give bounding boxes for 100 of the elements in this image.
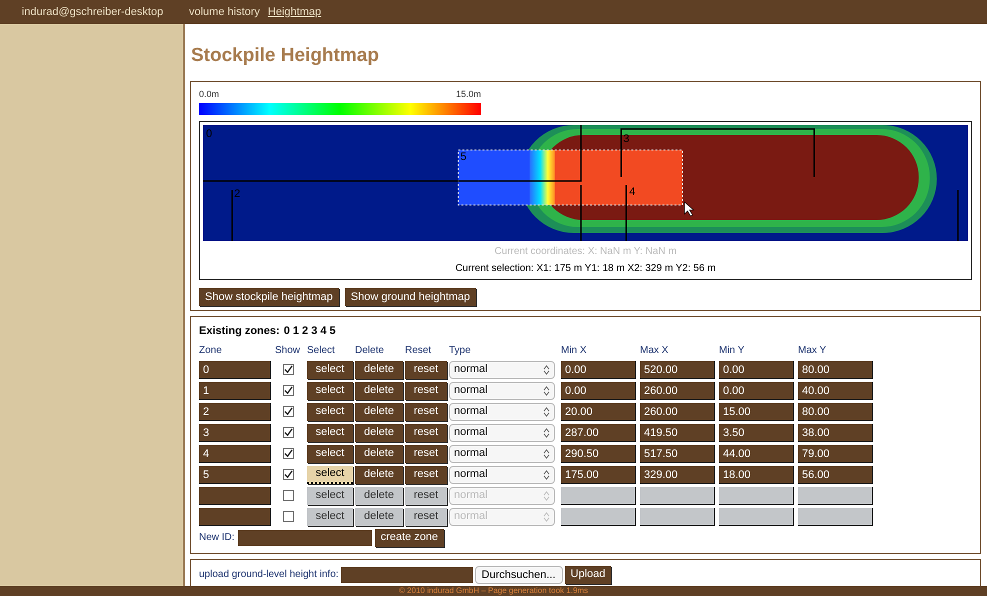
input-field[interactable] bbox=[561, 508, 636, 526]
reset-button[interactable]: reset bbox=[405, 360, 447, 378]
delete-button[interactable]: delete bbox=[355, 382, 403, 400]
delete-button[interactable]: delete bbox=[355, 402, 403, 420]
input-field[interactable]: 1 bbox=[199, 382, 271, 400]
delete-button[interactable]: delete bbox=[355, 486, 403, 504]
input-field[interactable]: 40.00 bbox=[798, 382, 873, 400]
input-field[interactable]: 0.00 bbox=[561, 360, 636, 378]
reset-button[interactable]: reset bbox=[405, 402, 447, 420]
existing-zones-label: Existing zones: bbox=[199, 324, 280, 339]
delete-button[interactable]: delete bbox=[355, 424, 403, 442]
type-select[interactable]: normal bbox=[449, 444, 555, 462]
nav-link[interactable]: Heightmap bbox=[268, 4, 322, 20]
show-checkbox[interactable] bbox=[283, 448, 294, 459]
input-field[interactable]: 3 bbox=[199, 424, 271, 442]
input-field[interactable] bbox=[719, 486, 794, 504]
delete-button[interactable]: delete bbox=[355, 444, 403, 462]
input-field[interactable] bbox=[561, 486, 636, 504]
input-field[interactable]: 517.50 bbox=[640, 444, 715, 462]
new-id-label: New ID: bbox=[199, 531, 235, 545]
input-field[interactable] bbox=[719, 508, 794, 526]
map-button[interactable]: Show stockpile heightmap bbox=[199, 288, 339, 306]
input-field[interactable] bbox=[798, 508, 873, 526]
check-icon bbox=[284, 407, 293, 416]
input-field[interactable] bbox=[199, 486, 271, 504]
new-id-field[interactable] bbox=[238, 530, 372, 546]
input-field[interactable] bbox=[798, 486, 873, 504]
reset-button[interactable]: reset bbox=[405, 444, 447, 462]
reset-button[interactable]: reset bbox=[405, 466, 447, 484]
input-field[interactable]: 290.50 bbox=[561, 444, 636, 462]
footer-text: © 2010 indurad GmbH – Page generation took 1.9ms bbox=[398, 586, 588, 596]
browse-button[interactable]: Durchsuchen... bbox=[474, 566, 563, 584]
delete-button[interactable]: delete bbox=[355, 508, 403, 526]
type-select[interactable]: normal bbox=[449, 382, 555, 400]
input-field[interactable]: 520.00 bbox=[640, 360, 715, 378]
heightmap-drawing[interactable]: 0 5 2 3 4 bbox=[203, 125, 968, 241]
page-title: Stockpile Heightmap bbox=[191, 44, 380, 68]
input-field[interactable]: 175.00 bbox=[561, 466, 636, 484]
input-field[interactable]: 79.00 bbox=[798, 444, 873, 462]
type-select[interactable]: normal bbox=[449, 466, 555, 484]
input-field[interactable]: 18.00 bbox=[719, 466, 794, 484]
reset-button[interactable]: reset bbox=[405, 382, 447, 400]
check-icon bbox=[284, 365, 293, 374]
select-button[interactable]: select bbox=[307, 402, 353, 420]
delete-button[interactable]: delete bbox=[355, 466, 403, 484]
select-button[interactable]: select bbox=[307, 508, 353, 526]
upload-button[interactable]: Upload bbox=[564, 566, 612, 584]
input-field[interactable]: 419.50 bbox=[640, 424, 715, 442]
column-header: Max X bbox=[640, 344, 670, 358]
column-header: Min Y bbox=[719, 344, 746, 358]
input-field[interactable]: 20.00 bbox=[561, 402, 636, 420]
type-select[interactable]: normal bbox=[449, 360, 555, 378]
input-field[interactable]: 56.00 bbox=[798, 466, 873, 484]
reset-button[interactable]: reset bbox=[405, 486, 447, 504]
delete-button[interactable]: delete bbox=[355, 360, 403, 378]
show-checkbox[interactable] bbox=[283, 385, 294, 396]
select-button[interactable]: select bbox=[307, 360, 353, 378]
select-button[interactable]: select bbox=[307, 424, 353, 442]
input-field[interactable] bbox=[640, 486, 715, 504]
show-checkbox[interactable] bbox=[283, 427, 294, 438]
select-button[interactable]: select bbox=[307, 486, 353, 504]
type-select[interactable]: normal bbox=[449, 424, 555, 442]
input-field[interactable]: 0.00 bbox=[719, 360, 794, 378]
input-field[interactable]: 44.00 bbox=[719, 444, 794, 462]
input-field[interactable]: 0.00 bbox=[561, 382, 636, 400]
column-header: Delete bbox=[355, 344, 385, 358]
input-field[interactable]: 15.00 bbox=[719, 402, 794, 420]
input-field[interactable]: 287.00 bbox=[561, 424, 636, 442]
file-field[interactable] bbox=[340, 566, 473, 582]
updown-icon bbox=[543, 428, 550, 438]
input-field[interactable] bbox=[640, 508, 715, 526]
input-field[interactable]: 329.00 bbox=[640, 466, 715, 484]
reset-button[interactable]: reset bbox=[405, 424, 447, 442]
input-field[interactable]: 80.00 bbox=[798, 360, 873, 378]
input-field[interactable] bbox=[199, 508, 271, 526]
show-checkbox[interactable] bbox=[283, 406, 294, 417]
input-field[interactable]: 3.50 bbox=[719, 424, 794, 442]
column-header: Min X bbox=[561, 344, 588, 358]
map-button[interactable]: Show ground heightmap bbox=[344, 288, 476, 306]
reset-button[interactable]: reset bbox=[405, 508, 447, 526]
show-checkbox[interactable] bbox=[283, 469, 294, 480]
input-field[interactable]: 260.00 bbox=[640, 402, 715, 420]
show-checkbox[interactable] bbox=[283, 364, 294, 375]
create-zone-button[interactable]: create zone bbox=[374, 528, 444, 546]
column-header: Max Y bbox=[798, 344, 828, 358]
input-field[interactable]: 2 bbox=[199, 402, 271, 420]
nav-link[interactable]: volume history bbox=[189, 4, 260, 20]
type-select[interactable]: normal bbox=[449, 402, 555, 420]
input-field[interactable]: 80.00 bbox=[798, 402, 873, 420]
input-field[interactable]: 0.00 bbox=[719, 382, 794, 400]
input-field[interactable]: 5 bbox=[199, 466, 271, 484]
input-field[interactable]: 4 bbox=[199, 444, 271, 462]
input-field[interactable]: 38.00 bbox=[798, 424, 873, 442]
select-button[interactable]: select bbox=[307, 444, 353, 462]
show-checkbox[interactable] bbox=[283, 511, 294, 522]
show-checkbox[interactable] bbox=[283, 490, 294, 501]
select-button[interactable]: select bbox=[307, 382, 353, 400]
input-field[interactable]: 260.00 bbox=[640, 382, 715, 400]
select-button[interactable]: select bbox=[307, 466, 353, 484]
input-field[interactable]: 0 bbox=[199, 360, 271, 378]
